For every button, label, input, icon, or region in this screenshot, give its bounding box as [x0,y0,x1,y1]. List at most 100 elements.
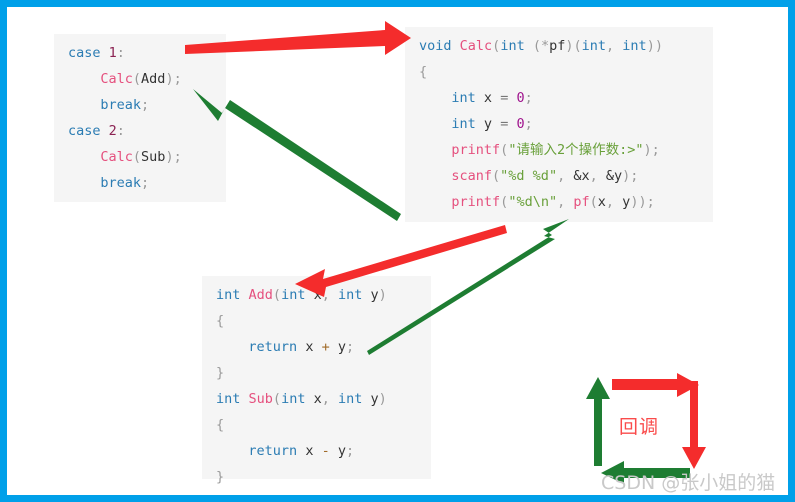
code-line: Calc(Add); [68,66,212,92]
code-token: y [483,116,493,132]
code-token: ; [524,116,533,132]
code-line: void Calc(int (*pf)(int, int)) [419,33,699,59]
code-token: printf [451,142,501,158]
code-token: scanf [451,168,493,184]
code-token: ( [132,149,142,165]
code-token: int [451,90,476,106]
code-token: ( [272,391,282,407]
code-token: int [281,391,306,407]
cycle-arrow-left [586,377,610,466]
code-line: case 2: [68,118,212,144]
code-token: ; [630,168,639,184]
code-token: int [338,391,363,407]
code-token: ( [589,194,598,210]
code-line: break; [68,170,212,196]
code-token: int [281,287,306,303]
code-token: 1 [108,45,117,61]
code-token: pf [549,38,566,54]
code-block-calc-function: void Calc(int (*pf)(int, int)){int x = 0… [405,27,713,222]
code-line: { [216,412,417,438]
code-token: ; [646,194,655,210]
code-token: 2 [108,123,117,139]
code-token: y [337,339,347,355]
code-token: Calc [100,149,133,165]
code-token: x [313,391,322,407]
code-token: ; [651,142,660,158]
code-token: break [100,97,142,113]
code-token: void [419,38,452,54]
code-token: ) [165,71,174,87]
code-token: x [313,287,322,303]
code-token: Calc [459,38,493,54]
code-token: Sub [141,149,166,165]
code-token: , [321,391,338,407]
diagram-inner-area: case 1: Calc(Add); break; case 2: Calc(Sub);… [7,7,788,495]
code-line: scanf("%d %d", &x, &y); [419,163,699,189]
code-token: ; [141,175,150,191]
code-token: int [216,391,241,407]
code-token: 0 [516,116,525,132]
code-line: printf("%d\n", pf(x, y)); [419,189,699,215]
code-token: int [581,38,607,54]
code-token: x [597,194,606,210]
code-line: break; [68,92,212,118]
code-token: , [605,194,623,210]
code-token: )) [630,194,647,210]
code-token: printf [451,194,501,210]
code-token: Sub [248,391,273,407]
code-token: , [321,287,338,303]
cycle-arrow-right [682,381,706,469]
code-token: ; [173,71,182,87]
csdn-watermark: CSDN @张小姐的猫 [601,472,776,494]
code-token: )) [646,38,663,54]
diagram-canvas: case 1: Calc(Add); break; case 2: Calc(Sub);… [0,0,795,502]
code-token: , [589,168,606,184]
code-line: { [216,308,417,334]
code-line: case 1: [68,40,212,66]
code-token: return [248,339,298,355]
code-line: int Add(int x, int y) [216,282,417,308]
code-token: "请输入2个操作数:>" [508,142,644,158]
code-token: , [557,194,574,210]
code-block-add-sub-functions: int Add(int x, int y){return x + y;} int … [202,276,431,485]
code-token: int [500,38,525,54]
code-token: )( [565,38,582,54]
code-token: Add [141,71,166,87]
code-token: , [606,38,623,54]
code-token: int [451,116,476,132]
code-token: int [622,38,647,54]
code-token: ; [524,90,533,106]
code-token: "%d %d" [500,168,558,184]
code-token: ; [173,149,182,165]
code-token: break [100,175,142,191]
code-token: ; [346,339,355,355]
code-token: &x [573,168,590,184]
code-line: int y = 0; [419,111,699,137]
code-token: ( [272,287,282,303]
code-token: , [557,168,574,184]
callback-label: 回调 [619,416,660,438]
code-token: Calc [100,71,133,87]
code-token: x [483,90,493,106]
code-line: Calc(Sub); [68,144,212,170]
cycle-arrow-top [612,373,699,397]
code-token: 0 [516,90,525,106]
code-token: ) [378,287,387,303]
code-token: return [248,443,298,459]
code-token: case [68,45,101,61]
code-token: ; [346,443,355,459]
code-token: int [216,287,241,303]
code-token: : [116,123,125,139]
